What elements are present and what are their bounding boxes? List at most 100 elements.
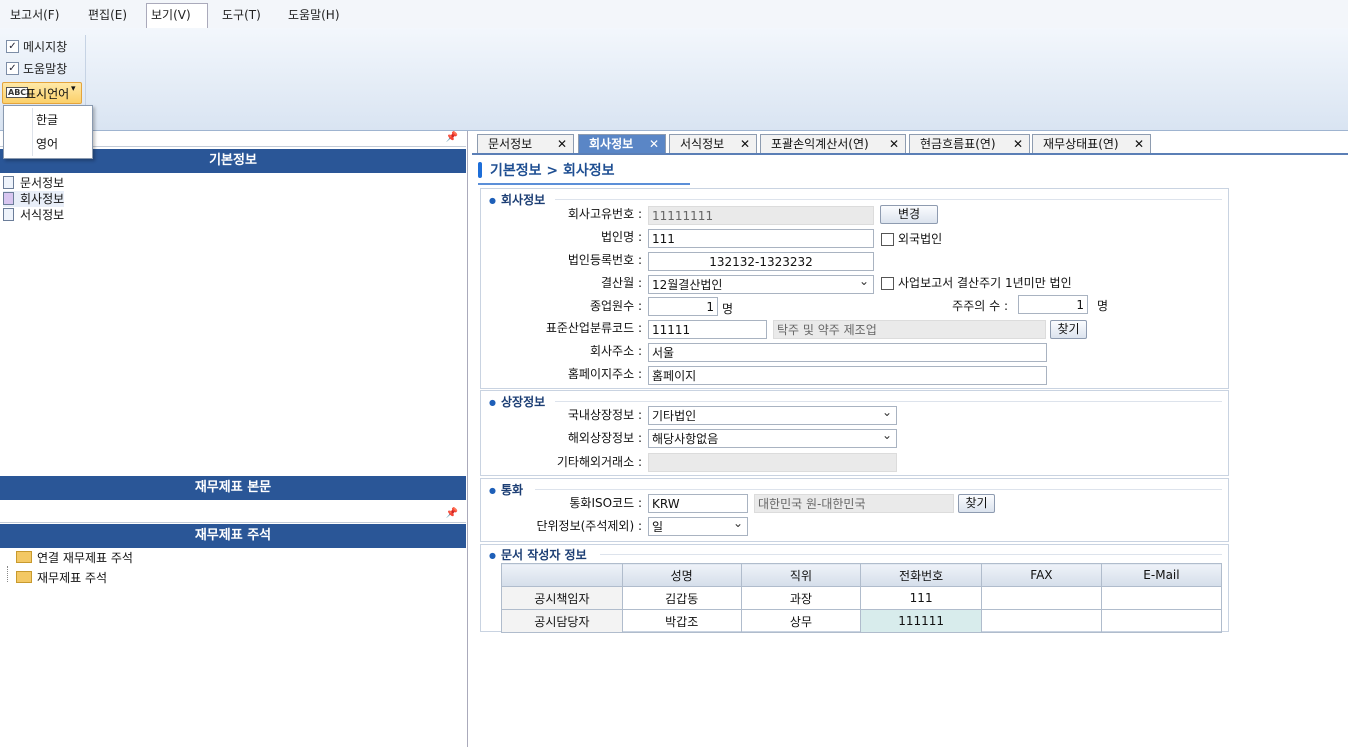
close-icon[interactable]: ✕ xyxy=(1134,135,1144,154)
industry-code-field[interactable]: 11111 xyxy=(648,320,767,339)
tab-comprehensive-income[interactable]: 포괄손익계산서(연) ✕ xyxy=(760,134,906,153)
find-industry-button[interactable]: 찾기 xyxy=(1050,320,1087,339)
pin-icon[interactable]: 📌 xyxy=(446,508,458,519)
table-cell[interactable] xyxy=(980,609,1102,633)
tree-item-fs-notes[interactable]: 재무제표 주석 xyxy=(16,570,107,586)
tree-item-document-info[interactable]: 문서정보 xyxy=(3,175,64,191)
menu-help[interactable]: 도움말(H) xyxy=(284,4,344,26)
column-header-name[interactable]: 성명 xyxy=(621,563,742,587)
help-window-checkbox[interactable]: ✓ xyxy=(6,62,19,75)
column-header-fax[interactable]: FAX xyxy=(980,563,1102,587)
tab-label: 회사정보 xyxy=(589,137,634,151)
shareholders-field[interactable]: 1 xyxy=(1018,295,1088,314)
document-icon xyxy=(3,208,14,221)
table-header-row: 성명 직위 전화번호 FAX E-Mail xyxy=(501,563,1223,587)
language-option-korean[interactable]: 한글 xyxy=(4,108,92,132)
author-table: 성명 직위 전화번호 FAX E-Mail 공시책임자 김갑동 과장 111 공… xyxy=(501,563,1223,633)
column-header[interactable] xyxy=(501,563,623,587)
other-exchange-label: 기타해외거래소 : xyxy=(556,455,642,469)
menu-report[interactable]: 보고서(F) xyxy=(6,4,63,26)
close-icon[interactable]: ✕ xyxy=(889,135,899,154)
tab-cash-flow[interactable]: 현금흐름표(연) ✕ xyxy=(909,134,1030,153)
tree-item-format-info[interactable]: 서식정보 xyxy=(3,207,64,223)
menu-edit[interactable]: 편집(E) xyxy=(84,4,131,26)
find-currency-button[interactable]: 찾기 xyxy=(958,494,995,513)
settlement-select[interactable]: 12월결산법인 xyxy=(648,275,874,294)
table-cell[interactable]: 박갑조 xyxy=(621,609,742,633)
menu-bar: 보고서(F) 편집(E) 보기(V) 도구(T) 도움말(H) xyxy=(0,0,1348,29)
fs-body-header[interactable]: 재무제표 본문 xyxy=(0,476,466,500)
row-header: 공시책임자 xyxy=(501,586,623,610)
overseas-listing-label: 해외상장정보 : xyxy=(567,431,642,445)
other-exchange-field xyxy=(648,453,897,472)
fs-notes-header[interactable]: 재무제표 주석 xyxy=(0,524,466,548)
table-cell[interactable]: 111 xyxy=(860,586,982,610)
address-label: 회사주소 : xyxy=(589,344,642,358)
menu-tools[interactable]: 도구(T) xyxy=(218,4,265,26)
close-icon[interactable]: ✕ xyxy=(557,135,567,154)
tree-item-company-info[interactable]: 회사정보 xyxy=(3,191,65,207)
menu-view[interactable]: 보기(V) xyxy=(146,3,208,29)
table-cell-selected[interactable]: 111111 xyxy=(860,609,982,633)
unique-no-label: 회사고유번호 : xyxy=(567,207,642,221)
table-cell[interactable]: 상무 xyxy=(740,609,862,633)
tab-financial-position[interactable]: 재무상태표(연) ✕ xyxy=(1032,134,1151,153)
tree-line xyxy=(7,566,9,582)
close-icon[interactable]: ✕ xyxy=(1013,135,1023,154)
close-icon[interactable]: ✕ xyxy=(740,135,750,154)
table-row: 공시담당자 박갑조 상무 111111 xyxy=(501,609,1223,633)
tab-label: 재무상태표(연) xyxy=(1043,137,1119,151)
column-header-position[interactable]: 직위 xyxy=(740,563,862,587)
homepage-label: 홈페이지주소 : xyxy=(567,367,642,381)
table-cell[interactable]: 김갑동 xyxy=(621,586,742,610)
corp-name-field[interactable]: 111 xyxy=(648,229,874,248)
tab-company-info[interactable]: 회사정보 ✕ xyxy=(578,134,666,153)
unit-info-select[interactable]: 일 xyxy=(648,517,748,536)
tree-label: 문서정보 xyxy=(20,176,65,190)
tree-item-consolidated-notes[interactable]: 연결 재무제표 주석 xyxy=(16,550,133,566)
author-title: 문서 작성자 정보 xyxy=(489,546,587,563)
unit-info-value: 일 xyxy=(652,520,664,534)
iso-code-field[interactable]: KRW xyxy=(648,494,748,513)
tree-label: 재무제표 주석 xyxy=(37,571,108,585)
domestic-listing-label: 국내상장정보 : xyxy=(567,408,642,422)
column-header-phone[interactable]: 전화번호 xyxy=(860,563,982,587)
settlement-value: 12월결산법인 xyxy=(652,278,723,292)
change-button[interactable]: 변경 xyxy=(880,205,938,224)
iso-name-field: 대한민국 원-대한민국 xyxy=(754,494,954,513)
table-cell[interactable]: 과장 xyxy=(740,586,862,610)
domestic-listing-value: 기타법인 xyxy=(652,409,697,423)
address-field[interactable]: 서울 xyxy=(648,343,1047,362)
short-period-label: 사업보고서 결산주기 1년미만 법인 xyxy=(898,276,1072,290)
homepage-field[interactable]: 홈페이지 xyxy=(648,366,1047,385)
employees-field[interactable]: 1 xyxy=(648,297,718,316)
tab-label: 현금흐름표(연) xyxy=(920,137,996,151)
document-tab-bar: 문서정보 ✕ 회사정보 ✕ 서식정보 ✕ 포괄손익계산서(연) ✕ 현금흐름표(연) ✕ … xyxy=(472,131,1348,155)
breadcrumb-marker xyxy=(478,162,482,178)
overseas-listing-value: 해당사항없음 xyxy=(652,432,719,446)
section-rule xyxy=(535,489,1222,490)
tab-format-info[interactable]: 서식정보 ✕ xyxy=(669,134,757,153)
help-window-label: 도움말창 xyxy=(23,62,68,76)
column-header-email[interactable]: E-Mail xyxy=(1100,563,1223,587)
tree-label: 서식정보 xyxy=(20,208,65,222)
table-cell[interactable] xyxy=(980,586,1102,610)
domestic-listing-select[interactable]: 기타법인 xyxy=(648,406,897,425)
message-window-checkbox[interactable]: ✓ xyxy=(6,40,19,53)
language-option-english[interactable]: 영어 xyxy=(4,132,92,156)
iso-code-label: 통화ISO코드 : xyxy=(569,496,642,510)
overseas-listing-select[interactable]: 해당사항없음 xyxy=(648,429,897,448)
tab-document-info[interactable]: 문서정보 ✕ xyxy=(477,134,574,153)
table-cell[interactable] xyxy=(1100,586,1223,610)
table-row: 공시책임자 김갑동 과장 111 xyxy=(501,586,1223,610)
corp-reg-field[interactable]: 132132-1323232 xyxy=(648,252,874,271)
foreign-corp-checkbox[interactable] xyxy=(881,233,894,246)
table-cell[interactable] xyxy=(1100,609,1223,633)
display-language-button[interactable]: ABC 표시언어 ▾ xyxy=(2,82,82,104)
message-window-label: 메시지창 xyxy=(23,40,68,54)
left-navigation-panel: 📌 기본정보 문서정보 회사정보 서식정보 재무제표 본문 📌 재무제표 주석 … xyxy=(0,131,468,747)
section-rule xyxy=(600,554,1222,555)
close-icon[interactable]: ✕ xyxy=(649,135,659,154)
pin-icon[interactable]: 📌 xyxy=(446,132,458,143)
short-period-checkbox[interactable] xyxy=(881,277,894,290)
